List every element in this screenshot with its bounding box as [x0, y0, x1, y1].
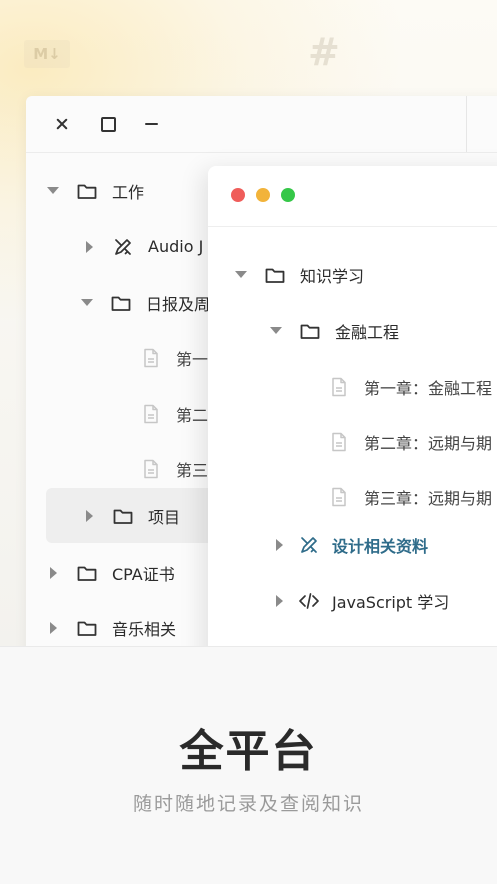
- tree-item-label: JavaScript 学习: [332, 592, 450, 612]
- tree-item-label: 知识学习: [300, 266, 365, 286]
- tree-item-label: CPA证书: [112, 564, 175, 584]
- tree-item-label: 第三章：远期与期: [364, 488, 493, 508]
- toolbar-divider: [466, 96, 467, 152]
- folder-icon: [299, 320, 321, 342]
- design-icon: [112, 236, 134, 258]
- chevron-right-icon[interactable]: [49, 566, 57, 579]
- chevron-down-icon[interactable]: [81, 299, 93, 306]
- file-icon: [140, 347, 162, 369]
- design-icon: [298, 534, 320, 556]
- hero-area: M↓ # 工作 Audio J 日报及周 第一 第二 第三 项目 CPA证书 音…: [0, 0, 497, 650]
- chevron-down-icon[interactable]: [47, 187, 59, 194]
- tree-item-finance-ch3[interactable]: 第三章：远期与期: [318, 469, 492, 524]
- subheadline: 随时随地记录及查阅知识: [132, 793, 364, 815]
- chevron-down-icon[interactable]: [270, 327, 282, 334]
- folder-icon: [76, 617, 98, 639]
- tree-item-finance-ch1[interactable]: 第一章：金融工程: [318, 359, 492, 414]
- file-icon: [328, 486, 350, 508]
- file-icon: [140, 458, 162, 480]
- file-icon: [328, 431, 350, 453]
- tree-item-audio[interactable]: Audio J: [78, 219, 203, 274]
- file-icon: [140, 403, 162, 425]
- tree-item-label: 音乐相关: [112, 619, 177, 639]
- markdown-badge: M↓: [24, 40, 70, 68]
- feature-caption: 全平台 随时随地记录及查阅知识: [0, 646, 497, 884]
- tree-item-chapter-1[interactable]: 第一: [130, 330, 208, 385]
- tree-item-label: 日报及周: [146, 294, 211, 314]
- chevron-right-icon[interactable]: [85, 509, 93, 522]
- tree-item-label: 第一章：金融工程: [364, 378, 493, 398]
- tree-item-daily[interactable]: 日报及周: [76, 275, 210, 330]
- front-window-titlebar: [208, 166, 497, 227]
- close-icon[interactable]: [52, 114, 72, 134]
- minimize-icon[interactable]: [142, 114, 162, 134]
- tree-item-label: Audio J: [148, 237, 204, 256]
- tree-item-finance[interactable]: 金融工程: [265, 303, 399, 358]
- close-button[interactable]: [231, 188, 245, 202]
- folder-icon: [110, 292, 132, 314]
- code-icon: [298, 590, 320, 612]
- tree-item-label: 金融工程: [335, 322, 400, 342]
- chevron-right-icon[interactable]: [85, 240, 93, 253]
- file-icon: [328, 376, 350, 398]
- zoom-button[interactable]: [281, 188, 295, 202]
- front-window: 知识学习 金融工程 第一章：金融工程 第二章：远期与期 第三章：远期与期 设计相…: [208, 166, 497, 650]
- headline: 全平台: [179, 726, 318, 777]
- tree-item-label: 设计相关资料: [332, 536, 429, 556]
- tree-item-chapter-2[interactable]: 第二: [130, 386, 208, 441]
- tree-item-knowledge[interactable]: 知识学习: [230, 247, 364, 302]
- folder-icon: [76, 562, 98, 584]
- tree-item-label: 第三: [176, 460, 209, 480]
- folder-icon: [76, 180, 98, 202]
- chevron-right-icon[interactable]: [275, 594, 283, 607]
- tree-item-label: 第一: [176, 349, 209, 369]
- tree-item-finance-ch2[interactable]: 第二章：远期与期: [318, 414, 492, 469]
- tree-item-design[interactable]: 设计相关资料: [268, 517, 428, 572]
- folder-icon: [112, 505, 134, 527]
- tree-item-cpa[interactable]: CPA证书: [42, 545, 175, 600]
- chevron-right-icon[interactable]: [275, 538, 283, 551]
- folder-icon: [264, 264, 286, 286]
- chevron-down-icon[interactable]: [235, 271, 247, 278]
- tree-item-label: 工作: [112, 182, 145, 202]
- tree-item-label: 项目: [148, 507, 181, 527]
- tree-item-work[interactable]: 工作: [42, 163, 144, 218]
- back-window-toolbar: [26, 96, 497, 153]
- tree-item-label: 第二: [176, 405, 209, 425]
- hash-decoration: #: [308, 30, 340, 74]
- tree-item-music[interactable]: 音乐相关: [42, 600, 176, 650]
- minimize-button[interactable]: [256, 188, 270, 202]
- tree-item-label: 第二章：远期与期: [364, 433, 493, 453]
- chevron-right-icon[interactable]: [49, 621, 57, 634]
- maximize-icon[interactable]: [98, 114, 118, 134]
- tree-item-javascript[interactable]: JavaScript 学习: [268, 573, 449, 628]
